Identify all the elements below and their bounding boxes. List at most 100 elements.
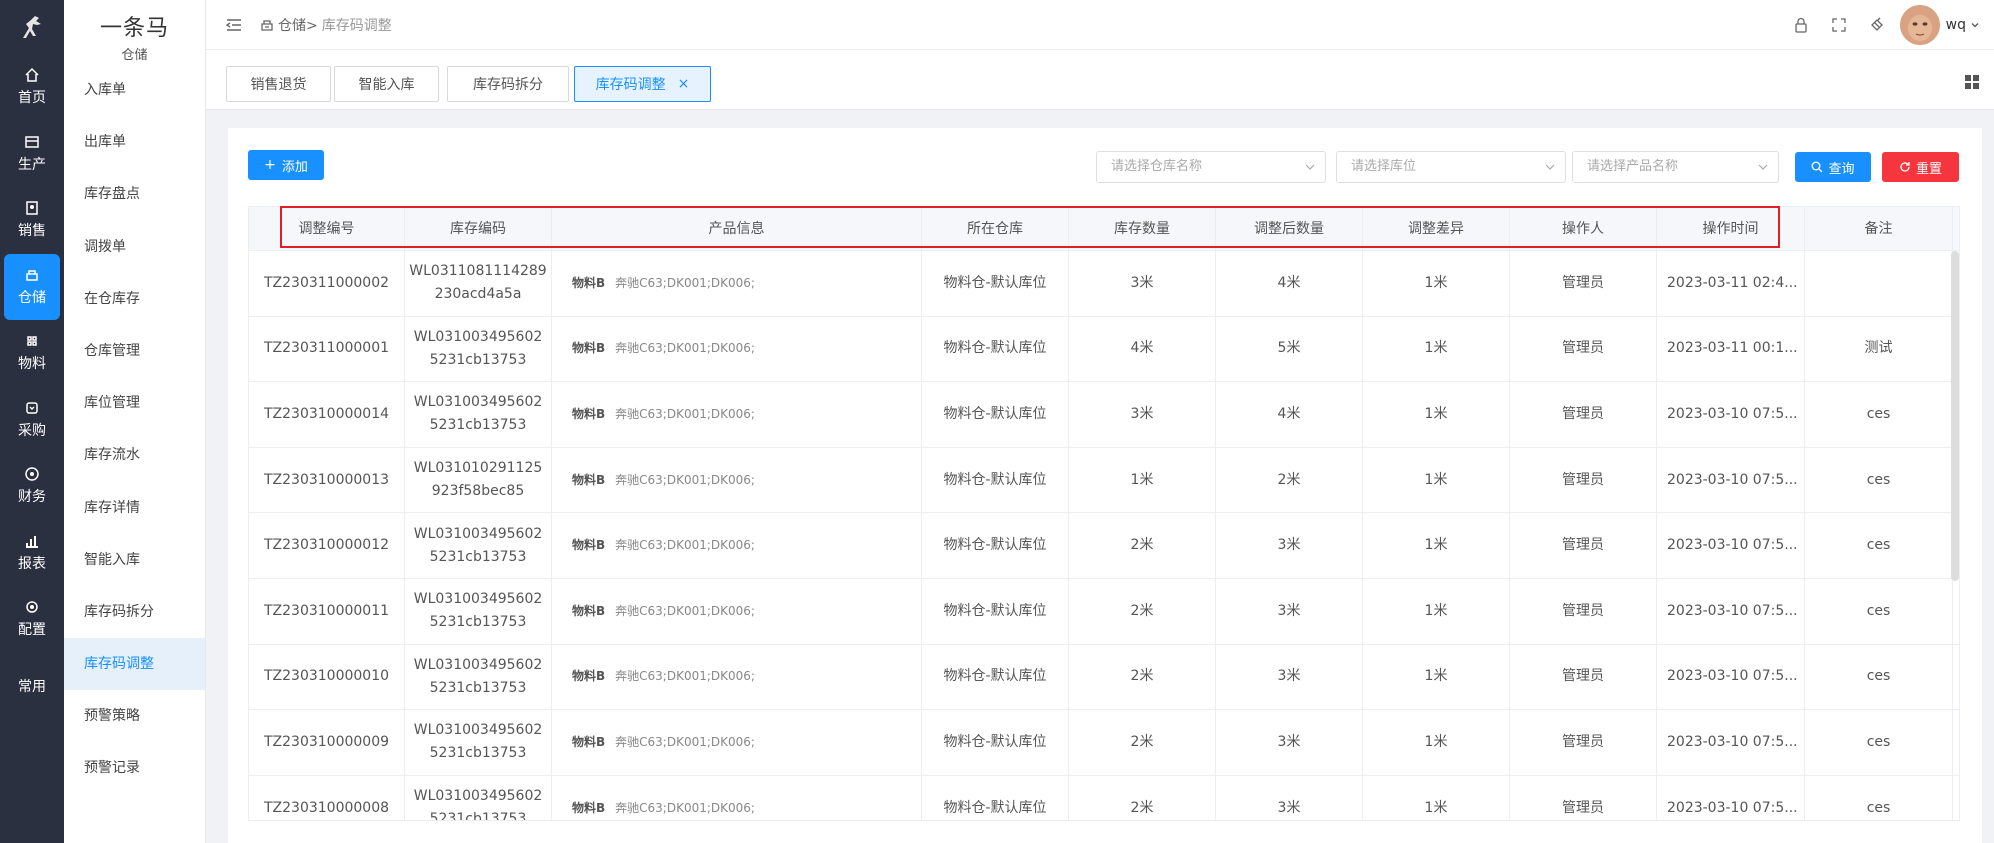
sidebar-item[interactable]: 库存码调整 (64, 638, 205, 691)
stock-code-line: 5231cb13753 (429, 614, 527, 631)
product-info: 物料B 奔驰C63;DK001;DK006; (552, 775, 922, 820)
qty-diff: 1米 (1363, 578, 1510, 644)
sidebar-item[interactable]: 预警策略 (64, 690, 205, 742)
product-select[interactable]: 请选择产品名称 (1572, 151, 1779, 183)
username[interactable]: wq (1946, 17, 1966, 33)
rail-item-0[interactable]: 首页 (0, 54, 64, 121)
sidebar-item[interactable]: 调拨单 (64, 221, 205, 273)
warehouse-select-placeholder: 请选择仓库名称 (1111, 159, 1203, 174)
rail-item-6[interactable]: 财务 (0, 453, 64, 520)
table-row[interactable]: TZ230311000002 WL0311081114289 230acd4a5a 物… (249, 251, 1959, 317)
horse-logo-icon (23, 16, 41, 38)
header-actions: wq (1772, 0, 1980, 50)
sidebar-item[interactable]: 仓库管理 (64, 325, 205, 377)
breadcrumb-parent[interactable]: 仓储> (278, 15, 318, 35)
rail-item-5[interactable]: 采购 (0, 387, 64, 454)
close-icon[interactable]: × (678, 76, 690, 92)
column-header: 调整后数量 (1216, 207, 1363, 251)
query-button-label: 查询 (1828, 161, 1855, 177)
fullscreen-icon[interactable] (1830, 16, 1848, 34)
tab-stock-code-split[interactable]: 库存码拆分 (447, 66, 569, 102)
sidebar-item[interactable]: 库位管理 (64, 377, 205, 429)
qty-diff: 1米 (1363, 447, 1510, 513)
sidebar-item[interactable]: 预警记录 (64, 742, 205, 794)
stock-code-line: 5231cb13753 (429, 548, 527, 565)
operator: 管理员 (1510, 644, 1657, 710)
add-button[interactable]: + 添加 (248, 150, 324, 180)
tab-label: 销售退货 (250, 77, 307, 93)
query-button[interactable]: 查询 (1795, 152, 1871, 182)
product-info: 物料B 奔驰C63;DK001;DK006; (552, 447, 922, 513)
stock-qty: 2米 (1069, 644, 1216, 710)
adjust-id: TZ230310000012 (249, 513, 405, 578)
warehouse: 物料仓-默认库位 (922, 644, 1069, 710)
qty-diff: 1米 (1363, 251, 1510, 316)
table-row[interactable]: TZ230311000001 WL031003495602 5231cb13753 物… (249, 316, 1959, 383)
sidebar-item[interactable]: 出库单 (64, 116, 205, 168)
table-row[interactable]: TZ230310000011 WL031003495602 5231cb13753 物… (249, 578, 1959, 645)
product-spec: 奔驰C63;DK001;DK006; (615, 538, 755, 553)
product-select-placeholder: 请选择产品名称 (1587, 159, 1679, 174)
chevron-down-icon[interactable] (1970, 20, 1980, 30)
sidebar-item[interactable]: 入库单 (64, 64, 205, 116)
remark: ces (1805, 775, 1953, 820)
rail-item-3[interactable]: 仓储 (4, 253, 60, 320)
tab-sales-return[interactable]: 销售退货 (226, 66, 331, 102)
rail-item-7[interactable]: 报表 (0, 520, 64, 587)
rail-item-label: 首页 (18, 90, 46, 107)
rail-item-label: 采购 (18, 422, 46, 439)
plus-icon: + (264, 157, 276, 173)
production-icon (24, 134, 40, 150)
stock-code: WL031003495602 5231cb13753 (405, 775, 552, 820)
stock-code-line: 5231cb13753 (429, 417, 527, 434)
rail-item-8[interactable]: 配置 (0, 586, 64, 653)
sidebar-item[interactable]: 库存流水 (64, 429, 205, 481)
grid-menu-icon[interactable] (1964, 74, 1980, 90)
warehouse: 物料仓-默认库位 (922, 513, 1069, 578)
table-row[interactable]: TZ230310000008 WL031003495602 5231cb13753 物… (249, 775, 1959, 820)
operate-time: 2023-03-10 07:5... (1657, 382, 1805, 447)
table-row[interactable]: TZ230310000012 WL031003495602 5231cb13753 物… (249, 513, 1959, 579)
table-row[interactable]: TZ230310000010 WL031003495602 5231cb13753 物… (249, 644, 1959, 711)
stock-code-line: WL031003495602 (413, 525, 543, 542)
product-name: 物料B (572, 734, 606, 749)
rail-item-1[interactable]: 生产 (0, 121, 64, 188)
sidebar-item[interactable]: 智能入库 (64, 534, 205, 586)
operate-time: 2023-03-10 07:5... (1657, 447, 1805, 513)
reset-button[interactable]: 重置 (1882, 152, 1959, 182)
rail-item-4[interactable]: 物料 (0, 320, 64, 387)
table-row[interactable]: TZ230310000014 WL031003495602 5231cb13753 物… (249, 382, 1959, 448)
qty-diff: 1米 (1363, 316, 1510, 382)
rail-item-9[interactable]: 常用 (0, 653, 64, 720)
home-icon (24, 67, 40, 83)
sidebar-item[interactable]: 库存码拆分 (64, 586, 205, 638)
sidebar-item[interactable]: 库存详情 (64, 482, 205, 534)
sidebar-item[interactable]: 库存盘点 (64, 168, 205, 220)
operator: 管理员 (1510, 316, 1657, 382)
table-body: TZ230311000002 WL0311081114289 230acd4a5a 物… (249, 251, 1959, 820)
stock-code-line: WL031003495602 (413, 788, 543, 805)
sidebar-item[interactable]: 在仓库存 (64, 273, 205, 325)
menu-fold-icon[interactable] (226, 17, 242, 33)
location-select[interactable]: 请选择库位 (1336, 151, 1566, 183)
stock-qty: 4米 (1069, 316, 1216, 382)
tab-label: 智能入库 (358, 77, 415, 93)
operate-time: 2023-03-10 07:5... (1657, 578, 1805, 644)
operate-time: 2023-03-10 07:5... (1657, 513, 1805, 578)
rail-item-2[interactable]: 销售 (0, 187, 64, 254)
avatar[interactable] (1899, 5, 1940, 45)
warehouse-select[interactable]: 请选择仓库名称 (1096, 151, 1326, 183)
stock-code: WL031010291125 923f58bec85 (405, 447, 552, 513)
column-header: 产品信息 (552, 207, 922, 251)
brand-subtitle: 仓储 (121, 48, 148, 63)
table-scrollbar[interactable] (1951, 251, 1959, 581)
lock-icon[interactable] (1792, 16, 1810, 34)
rail-item-label: 物料 (18, 356, 46, 373)
table-row[interactable]: TZ230310000009 WL031003495602 5231cb13753 物… (249, 710, 1959, 776)
rail-item-label: 常用 (18, 678, 46, 695)
tab-stock-code-adjust[interactable]: 库存码调整 × (574, 66, 711, 102)
tab-smart-inbound[interactable]: 智能入库 (334, 66, 439, 102)
clear-cache-icon[interactable] (1868, 16, 1886, 34)
column-header: 库存编码 (405, 207, 552, 251)
table-row[interactable]: TZ230310000013 WL031010291125 923f58bec85 物… (249, 447, 1959, 514)
